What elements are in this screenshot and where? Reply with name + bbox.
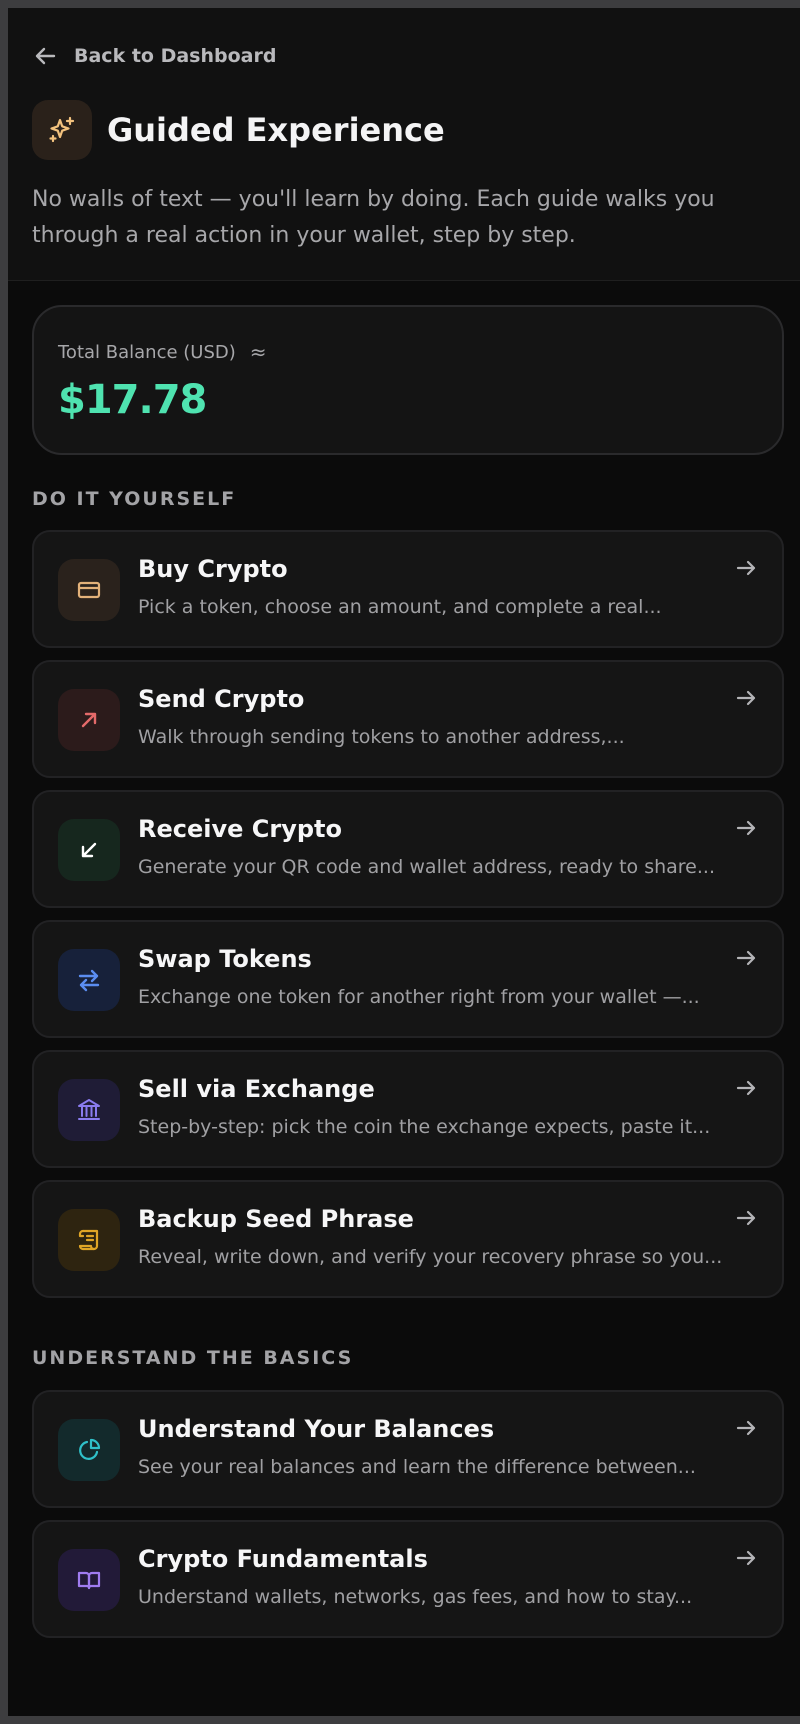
balance-value: $17.78 — [58, 377, 207, 423]
arrow-right-icon — [736, 950, 756, 966]
back-to-dashboard-link[interactable]: Back to Dashboard — [34, 44, 276, 68]
arrow-right-icon — [736, 690, 756, 706]
arrow-right-icon — [736, 1420, 756, 1436]
guide-description: Generate your QR code and wallet address… — [138, 856, 715, 878]
back-label: Back to Dashboard — [74, 45, 277, 67]
card-icon — [58, 559, 120, 621]
guide-title: Swap Tokens — [138, 945, 312, 973]
guide-understand-your-balances[interactable]: Understand Your Balances See your real b… — [32, 1390, 784, 1508]
guide-description: Exchange one token for another right fro… — [138, 986, 700, 1008]
arrow-right-icon — [736, 560, 756, 576]
guide-send-crypto[interactable]: Send Crypto Walk through sending tokens … — [32, 660, 784, 778]
guide-crypto-fundamentals[interactable]: Crypto Fundamentals Understand wallets, … — [32, 1520, 784, 1638]
arrow-right-icon — [736, 1550, 756, 1566]
balance-label-row: Total Balance (USD) ≈ — [58, 340, 267, 364]
guide-title: Understand Your Balances — [138, 1415, 495, 1443]
guide-receive-crypto[interactable]: Receive Crypto Generate your QR code and… — [32, 790, 784, 908]
bank-icon — [58, 1079, 120, 1141]
arrow-down-left-icon — [58, 819, 120, 881]
sparkles-icon — [32, 100, 92, 160]
guide-description: Step-by-step: pick the coin the exchange… — [138, 1116, 711, 1138]
arrow-right-icon — [736, 1210, 756, 1226]
guide-title: Backup Seed Phrase — [138, 1205, 414, 1233]
guide-description: Reveal, write down, and verify your reco… — [138, 1246, 723, 1268]
page-title: Guided Experience — [107, 111, 445, 149]
section-title-do-it-yourself: DO IT YOURSELF — [32, 488, 237, 510]
total-balance-card: Total Balance (USD) ≈ $17.78 — [32, 305, 784, 455]
guide-title: Receive Crypto — [138, 815, 342, 843]
guide-title: Sell via Exchange — [138, 1075, 375, 1103]
arrow-right-icon — [736, 1080, 756, 1096]
section-title-understand-the-basics: UNDERSTAND THE BASICS — [32, 1347, 354, 1369]
pie-chart-icon — [58, 1419, 120, 1481]
arrow-up-right-icon — [58, 689, 120, 751]
arrow-right-icon — [736, 820, 756, 836]
guide-description: Pick a token, choose an amount, and comp… — [138, 596, 662, 618]
guide-title: Send Crypto — [138, 685, 305, 713]
guide-title: Crypto Fundamentals — [138, 1545, 428, 1573]
guide-sell-via-exchange[interactable]: Sell via Exchange Step-by-step: pick the… — [32, 1050, 784, 1168]
approx-icon[interactable]: ≈ — [250, 340, 267, 364]
guide-description: See your real balances and learn the dif… — [138, 1456, 696, 1478]
book-icon — [58, 1549, 120, 1611]
guide-title: Buy Crypto — [138, 555, 288, 583]
balance-label: Total Balance (USD) — [58, 341, 236, 363]
title-row: Guided Experience — [32, 100, 445, 160]
guide-description: Understand wallets, networks, gas fees, … — [138, 1586, 693, 1608]
arrow-left-icon — [35, 47, 56, 65]
guide-description: Walk through sending tokens to another a… — [138, 726, 625, 748]
app-frame: Back to Dashboard Guided Experience No w… — [0, 0, 800, 1724]
guide-backup-seed-phrase[interactable]: Backup Seed Phrase Reveal, write down, a… — [32, 1180, 784, 1298]
guide-swap-tokens[interactable]: Swap Tokens Exchange one token for anoth… — [32, 920, 784, 1038]
swap-icon — [58, 949, 120, 1011]
scroll-icon — [58, 1209, 120, 1271]
page-header: Back to Dashboard Guided Experience No w… — [8, 8, 800, 281]
page-subtitle: No walls of text — you'll learn by doing… — [32, 187, 715, 248]
guide-buy-crypto[interactable]: Buy Crypto Pick a token, choose an amoun… — [32, 530, 784, 648]
